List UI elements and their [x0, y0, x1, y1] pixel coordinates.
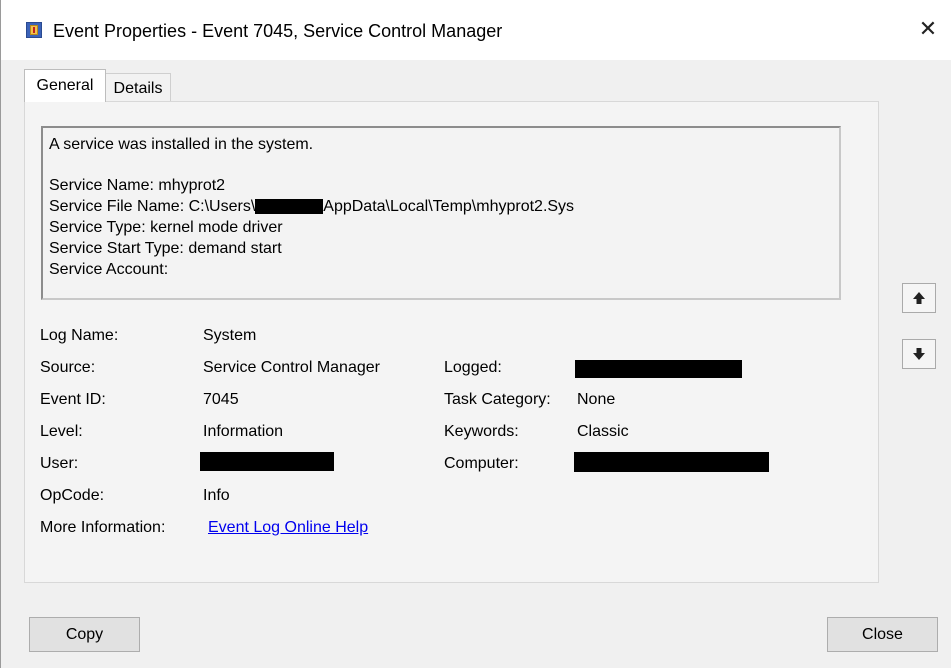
window-title: Event Properties - Event 7045, Service C… — [53, 21, 503, 41]
arrow-up-icon — [913, 292, 925, 304]
redacted-user-value — [200, 452, 334, 471]
redacted-username — [255, 199, 324, 215]
keywords-value[interactable]: Classic — [577, 422, 629, 442]
description-line: Service Name: mhyprot2 — [49, 177, 226, 194]
event-log-online-help-link[interactable]: Event Log Online Help — [208, 518, 368, 538]
level-value[interactable]: Information — [203, 422, 283, 442]
more-information-label: More Information: — [40, 519, 166, 536]
tab-general[interactable]: General — [24, 69, 106, 102]
next-event-button[interactable] — [902, 339, 936, 369]
close-button[interactable]: Close — [827, 617, 938, 652]
task-category-value[interactable]: None — [577, 390, 615, 410]
description-line: A service was installed in the system. — [49, 136, 314, 153]
opcode-label: OpCode: — [40, 487, 105, 504]
level-label: Level: — [40, 423, 83, 440]
redacted-computer-value — [574, 452, 769, 472]
event-id-label: Event ID: — [40, 391, 106, 408]
description-line-file-suffix: AppData\Local\Temp\mhyprot2.Sys — [323, 198, 575, 215]
copy-button[interactable]: Copy — [29, 617, 140, 652]
arrow-down-icon — [913, 348, 925, 360]
description-line-file-name: Service File Name: C:\Users\ AppData\Loca… — [49, 196, 833, 217]
title-bar: Event Properties - Event 7045, Service C… — [1, 0, 951, 60]
computer-label: Computer: — [444, 455, 519, 472]
tab-details[interactable]: Details — [105, 73, 171, 103]
source-value[interactable]: Service Control Manager — [203, 358, 380, 378]
previous-event-button[interactable] — [902, 283, 936, 313]
description-line: Service Account: — [49, 261, 169, 278]
event-properties-window: Event Properties - Event 7045, Service C… — [0, 0, 951, 668]
log-name-value[interactable]: System — [203, 326, 256, 346]
close-window-icon[interactable]: ✕ — [916, 16, 940, 44]
description-line-file-prefix: Service File Name: C:\Users\ — [49, 198, 256, 215]
event-description-box[interactable]: A service was installed in the system. S… — [41, 126, 841, 300]
redacted-logged-value — [575, 360, 742, 378]
event-viewer-icon — [26, 22, 42, 38]
task-category-label: Task Category: — [444, 391, 551, 408]
opcode-value[interactable]: Info — [203, 486, 230, 506]
description-line: Service Type: kernel mode driver — [49, 219, 283, 236]
log-name-label: Log Name: — [40, 327, 119, 344]
source-label: Source: — [40, 359, 96, 376]
logged-label: Logged: — [444, 359, 502, 376]
keywords-label: Keywords: — [444, 423, 519, 440]
user-label: User: — [40, 455, 79, 472]
event-id-value[interactable]: 7045 — [203, 390, 239, 410]
description-line: Service Start Type: demand start — [49, 240, 282, 257]
